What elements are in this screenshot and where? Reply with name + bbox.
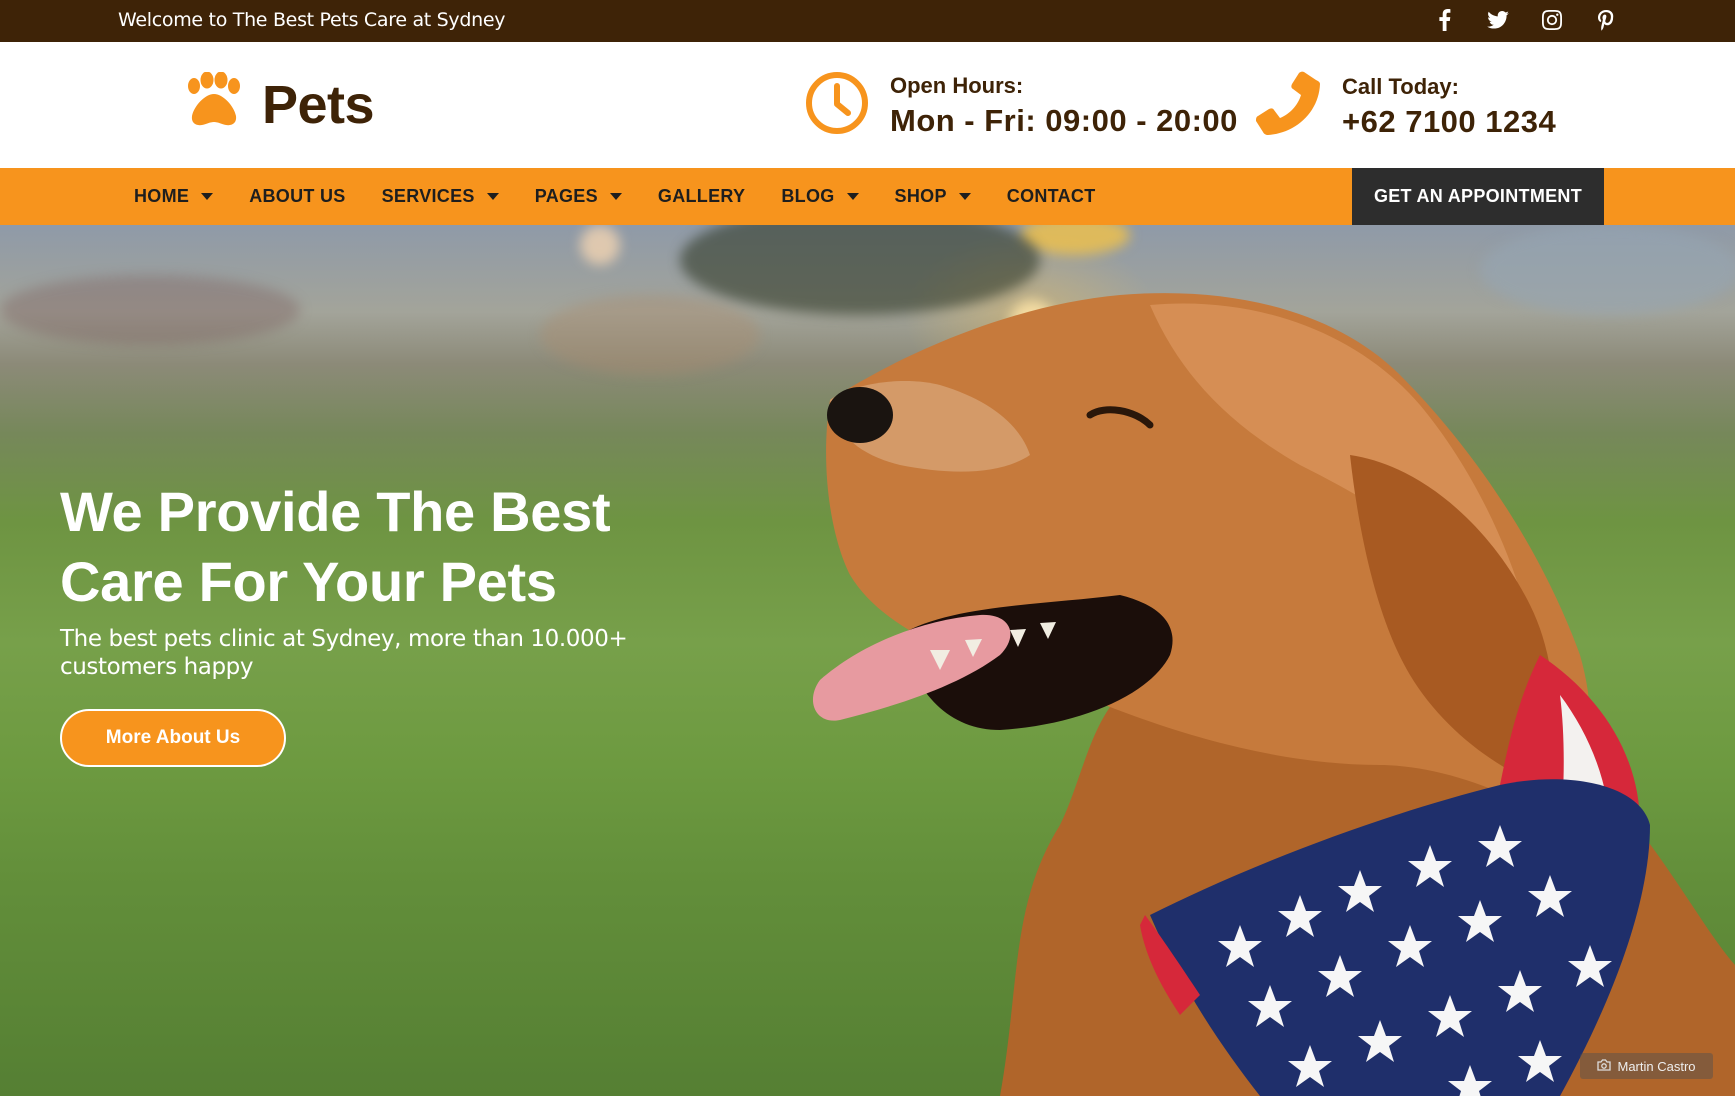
hero-section: We Provide The Best Care For Your Pets T… xyxy=(0,225,1735,1096)
twitter-icon[interactable] xyxy=(1487,8,1509,32)
more-about-us-button[interactable]: More About Us xyxy=(60,709,286,767)
photo-credit-name: Martin Castro xyxy=(1617,1058,1696,1074)
nav-item-shop[interactable]: SHOP xyxy=(895,168,971,225)
instagram-icon[interactable] xyxy=(1541,8,1563,32)
nav-label: HOME xyxy=(134,186,190,206)
site-logo[interactable]: Pets xyxy=(180,71,375,137)
hero-title: We Provide The Best Care For Your Pets xyxy=(60,480,611,613)
call-today: Call Today: +62 7100 1234 xyxy=(1254,70,1556,143)
nav-item-about-us[interactable]: ABOUT US xyxy=(249,168,345,225)
hours-label: Open Hours: xyxy=(890,72,1024,98)
nav-item-services[interactable]: SERVICES xyxy=(382,168,499,225)
facebook-icon[interactable] xyxy=(1433,8,1455,32)
site-header: Pets Open Hours: Mon - Fri: 09:00 - 20:0… xyxy=(0,42,1735,168)
nav-item-pages[interactable]: PAGES xyxy=(535,168,622,225)
nav-label: SHOP xyxy=(894,186,947,206)
nav-label: SERVICES xyxy=(381,186,475,206)
welcome-text: Welcome to The Best Pets Care at Sydney xyxy=(118,9,506,31)
nav-item-blog[interactable]: BLOG xyxy=(781,168,859,225)
call-value[interactable]: +62 7100 1234 xyxy=(1342,104,1556,140)
nav-item-home[interactable]: HOME xyxy=(134,168,214,225)
caret-down-icon xyxy=(846,193,859,200)
caret-down-icon xyxy=(201,193,214,200)
social-links xyxy=(1433,8,1617,32)
brand-name: Pets xyxy=(262,74,375,135)
phone-icon xyxy=(1254,70,1322,143)
nav-item-gallery[interactable]: GALLERY xyxy=(658,168,745,225)
caret-down-icon xyxy=(958,193,971,200)
call-label: Call Today: xyxy=(1342,73,1459,99)
camera-icon xyxy=(1597,1058,1612,1074)
paw-icon xyxy=(180,71,246,137)
photo-credit[interactable]: Martin Castro xyxy=(1580,1053,1713,1079)
top-bar: Welcome to The Best Pets Care at Sydney xyxy=(0,0,1735,42)
hours-value: Mon - Fri: 09:00 - 20:00 xyxy=(890,102,1238,138)
nav-label: PAGES xyxy=(534,186,598,206)
caret-down-icon xyxy=(486,193,499,200)
hero-subtitle: The best pets clinic at Sydney, more tha… xyxy=(60,626,628,680)
nav-item-contact[interactable]: CONTACT xyxy=(1007,168,1096,225)
pinterest-icon[interactable] xyxy=(1595,8,1617,32)
caret-down-icon xyxy=(609,193,622,200)
get-appointment-button[interactable]: GET AN APPOINTMENT xyxy=(1352,168,1604,225)
open-hours: Open Hours: Mon - Fri: 09:00 - 20:00 xyxy=(804,70,1238,141)
nav-label: ABOUT US xyxy=(249,186,346,206)
nav-label: GALLERY xyxy=(657,186,746,206)
clock-icon xyxy=(804,70,870,141)
nav-label: CONTACT xyxy=(1006,186,1096,206)
nav-label: BLOG xyxy=(781,186,835,206)
